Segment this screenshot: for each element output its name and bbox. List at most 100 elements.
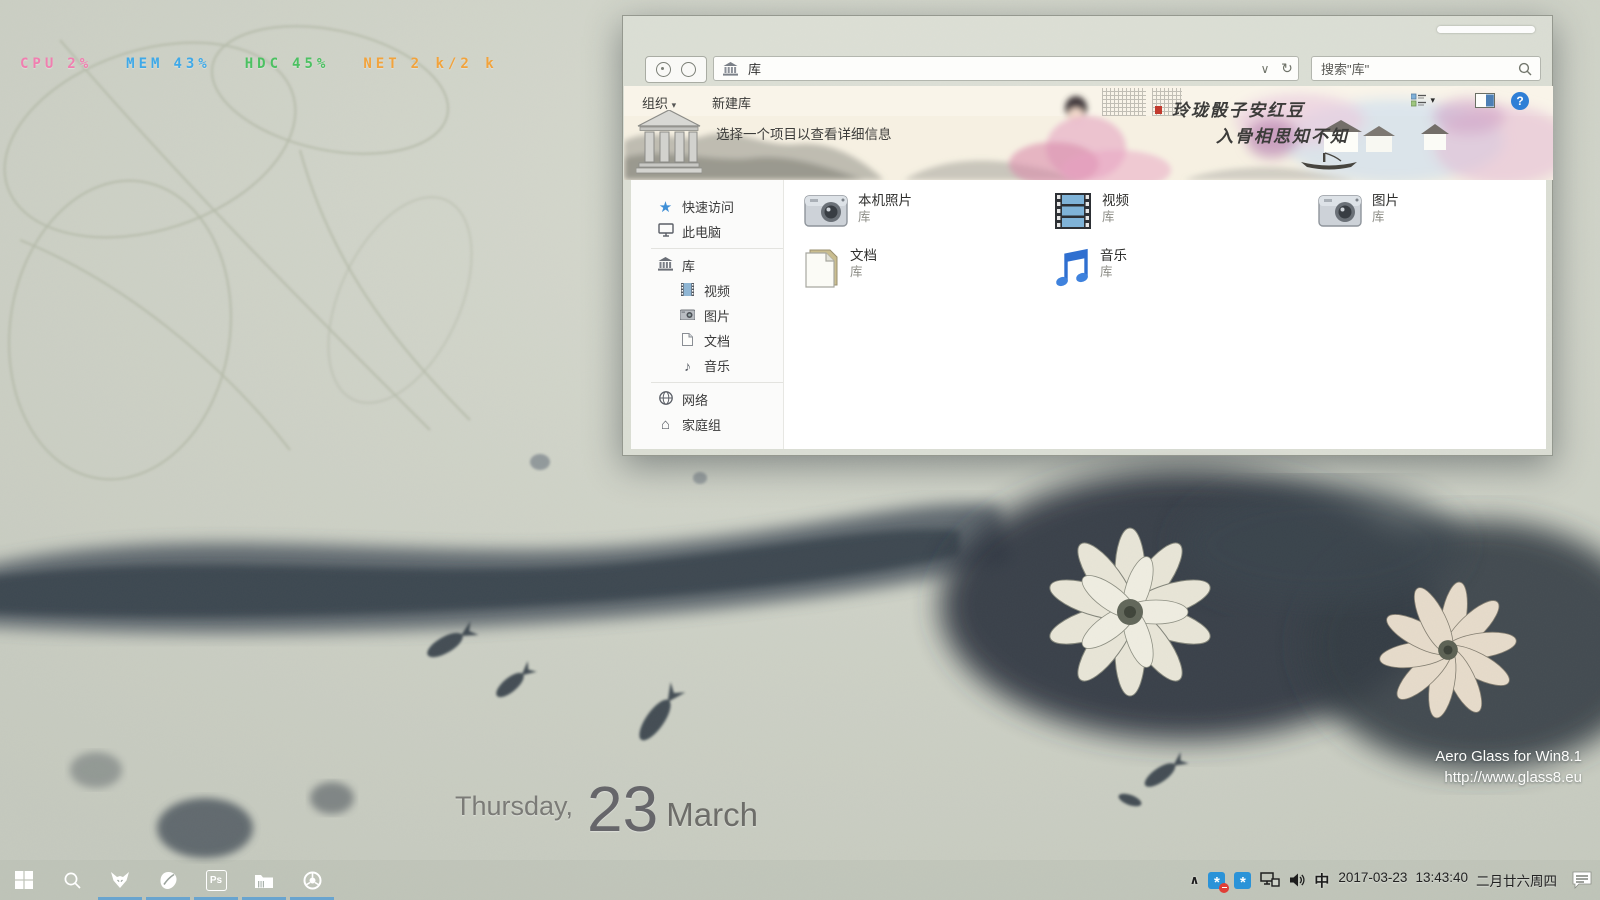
library-item-documents[interactable]: 文档 库	[804, 247, 877, 289]
homegroup-house-icon: ⌂	[657, 416, 674, 433]
organize-caret-icon: ▾	[672, 100, 677, 110]
watermark-line1: Aero Glass for Win8.1	[1435, 746, 1582, 767]
taskbar-search-button[interactable]	[48, 860, 96, 900]
camera-icon	[804, 192, 848, 228]
item-name: 视频	[1102, 192, 1129, 209]
command-bar: 组织 ▾ 新建库 ▾	[624, 90, 1553, 114]
file-list-area: 本机照片 库 视频 库	[784, 180, 1546, 449]
search-box[interactable]: 搜索"库"	[1311, 56, 1541, 81]
library-item-camera-roll[interactable]: 本机照片 库	[804, 192, 912, 228]
ime-indicator[interactable]: 中	[1314, 870, 1329, 891]
system-tray: ∧ * * 中	[1190, 860, 1592, 900]
taskbar-photoshop-button[interactable]: Ps	[192, 860, 240, 900]
music-note-icon: ♪	[679, 358, 696, 374]
asterisk-glyph: *	[1240, 874, 1246, 891]
videos-film-icon	[679, 283, 696, 299]
preview-pane-button[interactable]	[1475, 93, 1495, 113]
sidebar-label: 视频	[704, 281, 730, 300]
address-location: 库	[748, 59, 761, 78]
sidebar-item-network[interactable]: 网络	[631, 387, 783, 412]
mem-label: MEM	[126, 56, 163, 72]
cpu-value: 2%	[67, 56, 92, 72]
date-month: March	[666, 796, 758, 836]
libraries-banner-icon	[636, 110, 702, 179]
library-item-music[interactable]: 音乐 库	[1054, 247, 1127, 289]
tray-sync-app-icon[interactable]: *	[1208, 872, 1225, 889]
hdc-stat: HDC 45%	[245, 56, 330, 72]
library-item-videos[interactable]: 视频 库	[1054, 192, 1129, 230]
back-button[interactable]	[656, 62, 671, 77]
music-note-icon	[1054, 247, 1090, 289]
cpu-stat: CPU 2%	[20, 56, 92, 72]
taskbar-file-explorer-button[interactable]	[240, 860, 288, 900]
navigation-pane: ★ 快速访问 此电脑 库	[631, 180, 783, 449]
calligraphy-columns-decor	[1102, 88, 1146, 116]
camera-icon	[1318, 192, 1362, 228]
item-type: 库	[850, 264, 877, 280]
document-icon	[804, 247, 840, 289]
help-button[interactable]: ?	[1511, 92, 1529, 110]
sidebar-item-homegroup[interactable]: ⌂ 家庭组	[631, 412, 783, 437]
sidebar-item-videos[interactable]: 视频	[631, 278, 783, 303]
hdc-value: 45%	[292, 56, 329, 72]
documents-page-icon	[679, 333, 696, 349]
search-icon	[63, 871, 81, 889]
tray-expand-icon[interactable]: ∧	[1190, 873, 1200, 887]
refresh-icon[interactable]: ↻	[1276, 60, 1298, 77]
action-center-icon[interactable]	[1572, 871, 1592, 889]
network-globe-icon	[657, 391, 674, 408]
sidebar-label: 库	[682, 256, 695, 275]
network-icon[interactable]	[1260, 872, 1280, 888]
explorer-main: ★ 快速访问 此电脑 库	[631, 180, 1546, 449]
taskbar-foobar2000-button[interactable]	[96, 860, 144, 900]
item-type: 库	[1102, 209, 1129, 225]
poem-line-2: 入骨相思知不知	[1216, 122, 1349, 147]
address-bar[interactable]: 库 ∨ ↻	[713, 56, 1299, 81]
sidebar-separator	[651, 248, 783, 249]
system-stats-widget: CPU 2% MEM 43% HDC 45% NET 2 k/2 k	[20, 56, 498, 72]
date-day: 23	[587, 782, 658, 836]
taskbar-chrome-button[interactable]	[288, 860, 336, 900]
date-weekday: Thursday,	[455, 791, 573, 836]
item-type: 库	[1372, 209, 1399, 225]
explorer-window: 库 ∨ ↻ 搜索"库"	[622, 15, 1553, 456]
taskbar-pick-app-button[interactable]	[144, 860, 192, 900]
quick-access-star-icon: ★	[657, 198, 674, 216]
desktop: CPU 2% MEM 43% HDC 45% NET 2 k/2 k Thurs…	[0, 0, 1600, 900]
sidebar-item-libraries[interactable]: 库	[631, 253, 783, 278]
new-library-button[interactable]: 新建库	[712, 93, 751, 112]
sidebar-separator	[651, 382, 783, 383]
library-bank-icon	[723, 62, 738, 76]
sidebar-item-pictures[interactable]: 图片	[631, 303, 783, 328]
sidebar-item-music[interactable]: ♪ 音乐	[631, 353, 783, 378]
item-type: 库	[1100, 264, 1127, 280]
sidebar-label: 网络	[682, 390, 708, 409]
search-icon	[1518, 62, 1532, 76]
item-name: 文档	[850, 247, 877, 264]
item-name: 本机照片	[858, 192, 912, 209]
forward-button[interactable]	[681, 62, 696, 77]
window-caption-control[interactable]	[1437, 26, 1535, 33]
red-minus-badge	[1219, 883, 1229, 893]
sidebar-item-documents[interactable]: 文档	[631, 328, 783, 353]
change-view-button[interactable]: ▾	[1411, 93, 1435, 108]
library-item-pictures[interactable]: 图片 库	[1318, 192, 1399, 228]
chrome-icon	[303, 871, 322, 890]
sidebar-item-this-pc[interactable]: 此电脑	[631, 219, 783, 244]
tray-star-app-icon[interactable]: *	[1234, 872, 1251, 889]
tray-clock[interactable]: 2017-03-23 13:43:40 二月廿六周四	[1338, 870, 1557, 890]
windows-logo-icon	[15, 871, 33, 889]
hdc-label: HDC	[245, 56, 282, 72]
navigation-row: 库 ∨ ↻ 搜索"库"	[623, 54, 1552, 84]
sidebar-label: 家庭组	[682, 415, 721, 434]
this-pc-monitor-icon	[657, 223, 674, 240]
item-name: 音乐	[1100, 247, 1127, 264]
start-button[interactable]	[0, 860, 48, 900]
sidebar-item-quick-access[interactable]: ★ 快速访问	[631, 194, 783, 219]
sidebar-label: 音乐	[704, 356, 730, 375]
date-widget: Thursday, 23 March	[455, 782, 758, 836]
address-dropdown-icon[interactable]: ∨	[1254, 62, 1276, 76]
sidebar-label: 图片	[704, 306, 730, 325]
tray-lunar-date: 二月廿六周四	[1476, 870, 1557, 890]
volume-icon[interactable]	[1289, 872, 1305, 888]
